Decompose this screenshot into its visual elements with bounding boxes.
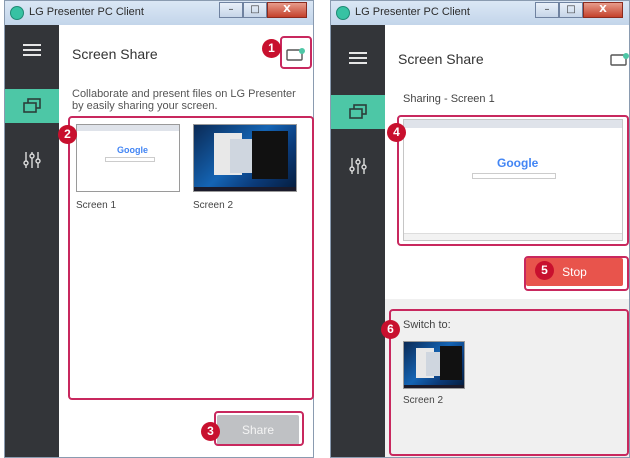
description-text: Collaborate and present files on LG Pres…	[72, 88, 296, 112]
minimize-button[interactable]: –	[219, 2, 243, 18]
page-title: Screen Share	[398, 51, 484, 67]
cast-icon	[610, 53, 629, 66]
right-app-window: LG Presenter PC Client – □ X Screen Shar…	[330, 0, 630, 458]
hamburger-menu-icon	[349, 52, 367, 64]
highlight-switch-panel	[389, 309, 629, 456]
window-controls: – □ X	[219, 2, 307, 19]
sharing-status: Sharing - Screen 1	[403, 93, 495, 105]
highlight-sharing-preview	[397, 115, 629, 246]
page-title: Screen Share	[72, 46, 158, 62]
highlight-cast-button	[280, 36, 312, 69]
hamburger-menu-icon	[23, 44, 41, 56]
app-logo-icon	[10, 6, 24, 20]
highlight-share-button	[214, 411, 304, 446]
callout-5: 5	[535, 261, 554, 280]
sidebar	[5, 25, 59, 457]
minimize-button[interactable]: –	[535, 2, 559, 18]
sliders-icon	[23, 152, 41, 168]
close-button[interactable]: X	[267, 2, 307, 18]
sliders-icon	[349, 158, 367, 174]
left-app-window: LG Presenter PC Client – □ X Screen Shar…	[4, 0, 314, 458]
sidebar	[331, 25, 385, 457]
title-bar[interactable]: LG Presenter PC Client – □ X	[331, 1, 629, 25]
app-logo-icon	[336, 6, 350, 20]
screen-share-icon	[349, 104, 367, 119]
maximize-button[interactable]: □	[559, 2, 583, 18]
callout-6: 6	[381, 320, 400, 339]
window-title: LG Presenter PC Client	[355, 6, 470, 18]
menu-button[interactable]	[5, 33, 59, 67]
close-button[interactable]: X	[583, 2, 623, 18]
sidebar-item-settings[interactable]	[331, 149, 385, 183]
window-title: LG Presenter PC Client	[29, 6, 144, 18]
callout-1: 1	[262, 39, 281, 58]
cast-button[interactable]	[610, 52, 630, 68]
highlight-screen-list	[68, 116, 314, 400]
callout-3: 3	[201, 422, 220, 441]
callout-4: 4	[387, 123, 406, 142]
callout-2: 2	[58, 125, 77, 144]
sidebar-item-screen-share[interactable]	[331, 95, 385, 129]
maximize-button[interactable]: □	[243, 2, 267, 18]
window-controls: – □ X	[535, 2, 623, 19]
menu-button[interactable]	[331, 41, 385, 75]
title-bar[interactable]: LG Presenter PC Client – □ X	[5, 1, 313, 25]
sidebar-item-screen-share[interactable]	[5, 89, 59, 123]
sidebar-item-settings[interactable]	[5, 143, 59, 177]
screen-share-icon	[23, 98, 41, 113]
